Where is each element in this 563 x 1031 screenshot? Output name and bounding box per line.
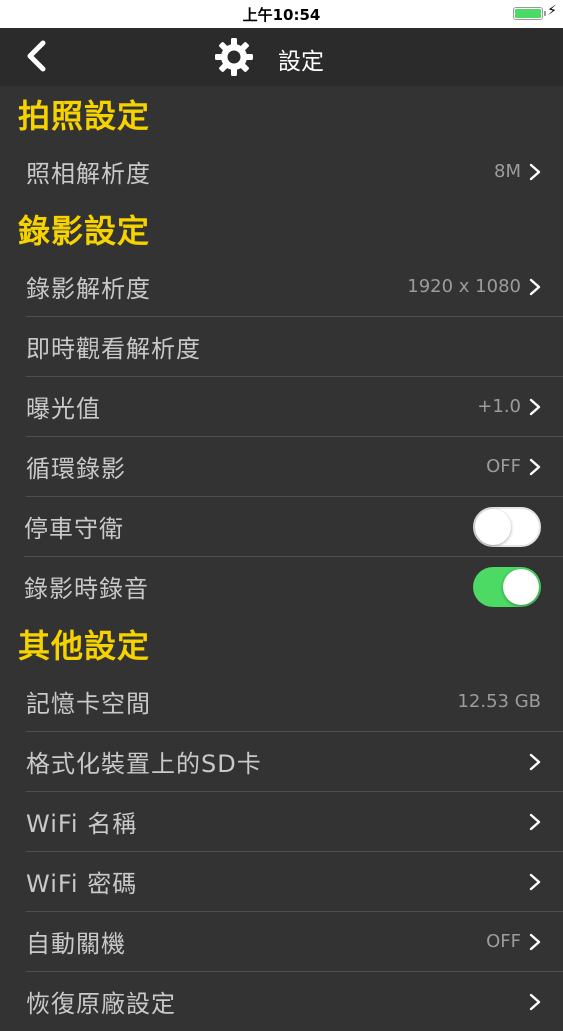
gear-icon bbox=[215, 38, 253, 76]
row-label: 錄影時錄音 bbox=[24, 575, 149, 603]
chevron-left-icon bbox=[27, 40, 46, 72]
chevron-right-icon bbox=[529, 458, 541, 475]
row-label: 照相解析度 bbox=[26, 160, 151, 188]
chevron-right-icon bbox=[529, 933, 541, 950]
row-label: WiFi 名稱 bbox=[26, 810, 138, 838]
row-sd-card-space: 記憶卡空間 12.53 GB bbox=[26, 672, 563, 732]
charging-bolt-icon: ⚡ bbox=[547, 3, 557, 19]
row-label: 即時觀看解析度 bbox=[26, 335, 201, 363]
row-label: 記憶卡空間 bbox=[26, 690, 151, 718]
chevron-right-icon bbox=[529, 398, 541, 415]
chevron-right-icon bbox=[529, 278, 541, 295]
row-label: WiFi 密碼 bbox=[26, 870, 138, 898]
chevron-right-icon bbox=[529, 993, 541, 1010]
row-value: OFF bbox=[486, 931, 521, 952]
row-label: 錄影解析度 bbox=[26, 275, 151, 303]
row-label: 曝光值 bbox=[26, 395, 101, 423]
row-wifi-name[interactable]: WiFi 名稱 bbox=[26, 792, 563, 852]
row-value: 8M bbox=[494, 161, 521, 182]
nav-bar: 設定 bbox=[0, 28, 563, 86]
row-label: 恢復原廠設定 bbox=[26, 990, 176, 1018]
battery-icon bbox=[513, 7, 546, 20]
section-header-other: 其他設定 bbox=[18, 627, 151, 665]
page-title: 設定 bbox=[278, 49, 324, 75]
chevron-right-icon bbox=[529, 873, 541, 890]
back-button[interactable] bbox=[14, 34, 58, 78]
row-parking-guard: 停車守衛 bbox=[24, 497, 563, 557]
status-time: 上午10:54 bbox=[242, 6, 321, 24]
section-header-photo: 拍照設定 bbox=[18, 97, 151, 135]
row-live-view-resolution[interactable]: 即時觀看解析度 bbox=[26, 317, 563, 377]
row-wifi-password[interactable]: WiFi 密碼 bbox=[26, 852, 563, 912]
row-loop-recording[interactable]: 循環錄影 OFF bbox=[26, 437, 563, 497]
row-value: 12.53 GB bbox=[457, 691, 541, 712]
row-value: +1.0 bbox=[477, 396, 521, 417]
row-label: 格式化裝置上的SD卡 bbox=[26, 750, 262, 778]
chevron-right-icon bbox=[529, 813, 541, 830]
row-value: 1920 x 1080 bbox=[407, 276, 521, 297]
row-factory-reset[interactable]: 恢復原廠設定 bbox=[26, 972, 563, 1031]
record-audio-toggle[interactable] bbox=[473, 566, 541, 607]
row-exposure[interactable]: 曝光值 +1.0 bbox=[26, 377, 563, 437]
row-label: 自動關機 bbox=[26, 930, 126, 958]
section-header-video: 錄影設定 bbox=[18, 212, 151, 250]
row-label: 循環錄影 bbox=[26, 455, 126, 483]
row-value: OFF bbox=[486, 456, 521, 477]
chevron-right-icon bbox=[529, 753, 541, 770]
parking-guard-toggle[interactable] bbox=[473, 506, 541, 547]
row-video-resolution[interactable]: 錄影解析度 1920 x 1080 bbox=[26, 257, 563, 317]
row-format-sd-card[interactable]: 格式化裝置上的SD卡 bbox=[26, 732, 563, 792]
row-auto-power-off[interactable]: 自動關機 OFF bbox=[26, 912, 563, 972]
chevron-right-icon bbox=[529, 163, 541, 180]
row-label: 停車守衛 bbox=[24, 515, 124, 543]
status-bar: 上午10:54 ⚡ bbox=[0, 0, 563, 28]
row-photo-resolution[interactable]: 照相解析度 8M bbox=[26, 142, 563, 201]
row-record-audio: 錄影時錄音 bbox=[24, 557, 563, 616]
